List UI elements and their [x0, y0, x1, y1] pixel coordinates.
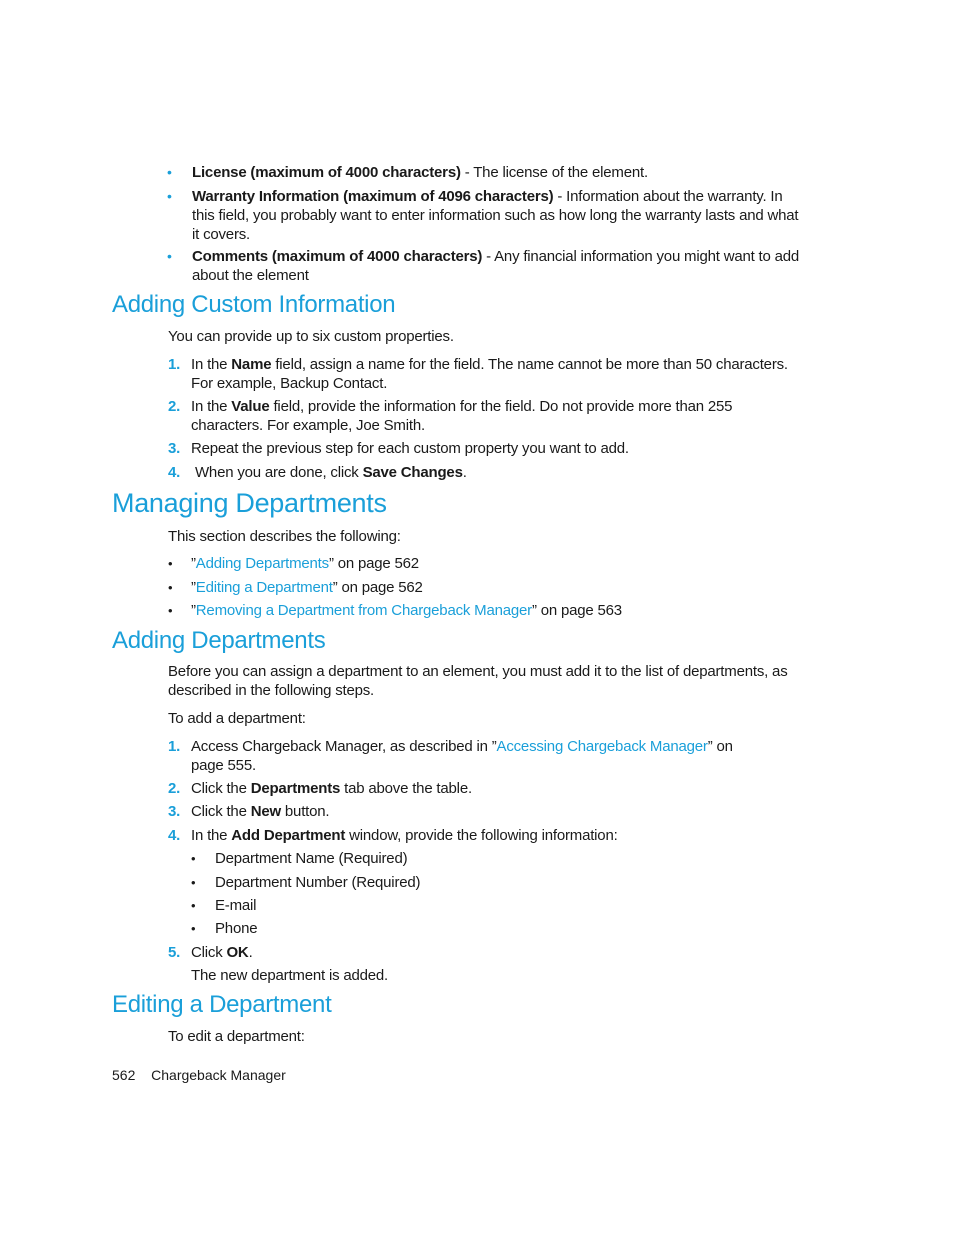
bullet-icon: • — [191, 898, 196, 913]
step-text: In the — [191, 398, 232, 415]
field-label: Department Number (Required) — [215, 874, 421, 891]
bullet-icon: • — [168, 580, 173, 595]
step-number: 2. — [168, 780, 181, 797]
step-text: Access Chargeback Manager, as described … — [191, 738, 497, 755]
step-number: 3. — [168, 803, 181, 820]
managing-intro: This section describes the following: — [168, 528, 401, 545]
step-text: Click — [191, 944, 227, 961]
bullet-icon: • — [167, 164, 172, 180]
step-number: 1. — [168, 738, 181, 755]
field-name: License (maximum of 4000 characters) — [192, 164, 461, 181]
editing-intro: To edit a department: — [168, 1028, 305, 1045]
heading-managing-departments: Managing Departments — [112, 488, 387, 518]
step-text: When you are done, click — [191, 464, 363, 481]
page-number: 562 — [112, 1067, 136, 1083]
step-text: Click the — [191, 803, 251, 820]
step-number: 1. — [168, 356, 181, 373]
step-text-continued: page 555. — [191, 757, 256, 774]
page-reference: ” on page 562 — [332, 579, 423, 596]
field-name: Warranty Information (maximum of 4096 ch… — [192, 188, 554, 205]
field-label: Department Name (Required) — [215, 850, 408, 867]
step-result: The new department is added. — [191, 967, 389, 984]
step-number: 4. — [168, 464, 181, 481]
bullet-icon: • — [191, 921, 196, 936]
heading-adding-departments: Adding Departments — [112, 627, 326, 654]
field-label: E-mail — [215, 897, 257, 914]
field-description: - Any financial information you might wa… — [482, 248, 800, 265]
bullet-icon: • — [167, 188, 172, 204]
bullet-icon: • — [191, 875, 196, 890]
ui-label: OK — [226, 944, 249, 961]
step-text: tab above the table. — [340, 780, 472, 797]
field-description: - The license of the element. — [460, 164, 648, 181]
bullet-icon: • — [168, 603, 173, 618]
ui-label: Add Department — [231, 827, 346, 844]
step-text: window, provide the following informatio… — [345, 827, 618, 844]
ui-label: New — [250, 803, 281, 820]
step-text: button. — [280, 803, 330, 820]
adding-lead: To add a department: — [168, 710, 306, 727]
page-reference: ” on page 562 — [328, 555, 419, 572]
field-description-continued: it covers. — [192, 226, 251, 243]
step-text: In the — [191, 827, 232, 844]
field-description-continued: about the element — [192, 267, 309, 284]
link-removing-a-department[interactable]: Removing a Department from Chargeback Ma… — [196, 602, 532, 619]
step-text: ” on — [707, 738, 733, 755]
step-number: 4. — [168, 827, 181, 844]
page-reference: ” on page 563 — [531, 602, 622, 619]
step-text: field, assign a name for the field. The … — [271, 356, 788, 373]
field-description-continued: this field, you probably want to enter i… — [192, 207, 799, 224]
ui-label: Save Changes — [362, 464, 463, 481]
step-number: 5. — [168, 944, 181, 961]
step-text-continued: For example, Backup Contact. — [191, 375, 388, 392]
bullet-icon: • — [168, 556, 173, 571]
bullet-icon: • — [191, 851, 196, 866]
adding-intro: Before you can assign a department to an… — [168, 663, 788, 680]
field-label: Phone — [215, 920, 258, 937]
heading-editing-a-department: Editing a Department — [112, 991, 332, 1018]
heading-adding-custom-information: Adding Custom Information — [112, 291, 396, 318]
field-description: - Information about the warranty. In — [553, 188, 783, 205]
adding-intro-continued: described in the following steps. — [168, 682, 375, 699]
bullet-icon: • — [167, 248, 172, 264]
page-footer: 562 Chargeback Manager — [112, 1067, 286, 1083]
step-number: 2. — [168, 398, 181, 415]
link-adding-departments[interactable]: Adding Departments — [196, 555, 329, 572]
step-text: In the — [191, 356, 232, 373]
footer-title: Chargeback Manager — [151, 1067, 286, 1083]
step-text-continued: characters. For example, Joe Smith. — [191, 417, 425, 434]
step-text: . — [462, 464, 467, 481]
ui-label: Departments — [250, 780, 341, 797]
link-editing-a-department[interactable]: Editing a Department — [196, 579, 333, 596]
step-text: Click the — [191, 780, 251, 797]
ui-label: Value — [231, 398, 270, 415]
step-number: 3. — [168, 440, 181, 457]
ui-label: Name — [231, 356, 272, 373]
step-text: field, provide the information for the f… — [269, 398, 733, 415]
step-text: . — [248, 944, 253, 961]
link-accessing-chargeback-manager[interactable]: Accessing Chargeback Manager — [497, 738, 708, 755]
field-name: Comments (maximum of 4000 characters) — [192, 248, 483, 265]
custom-info-intro: You can provide up to six custom propert… — [168, 328, 454, 345]
step-text: Repeat the previous step for each custom… — [191, 440, 629, 457]
